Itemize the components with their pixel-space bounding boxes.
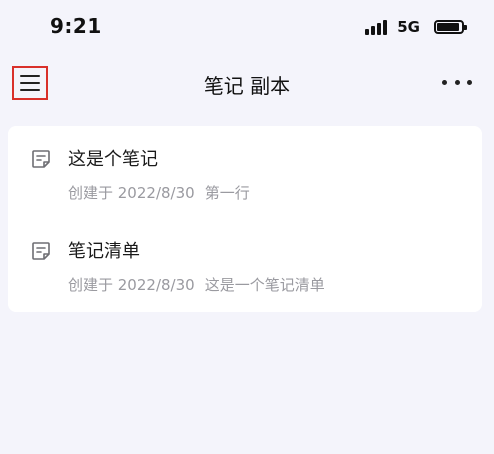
list-item[interactable]: 这是个笔记 创建于 2022/8/30 第一行 <box>8 142 482 222</box>
page-title: 笔记 副本 <box>203 74 291 98</box>
note-title: 笔记清单 <box>68 241 140 262</box>
battery-icon <box>434 20 467 34</box>
more-options-button[interactable] <box>442 70 472 94</box>
list-item[interactable]: 笔记清单 创建于 2022/8/30 这是一个笔记清单 <box>8 234 482 314</box>
status-bar: 9:21 5G <box>0 0 494 56</box>
note-preview: 第一行 <box>204 184 250 202</box>
note-meta: 创建于 2022/8/30 第一行 <box>68 182 250 203</box>
note-preview: 这是一个笔记清单 <box>204 276 325 294</box>
note-meta: 创建于 2022/8/30 这是一个笔记清单 <box>68 274 325 295</box>
status-time: 9:21 <box>50 14 102 38</box>
note-created-date: 创建于 2022/8/30 <box>68 184 195 202</box>
network-type: 5G <box>397 18 420 36</box>
note-icon <box>32 242 50 260</box>
nav-bar: 笔记 副本 <box>0 60 494 108</box>
notes-list: 这是个笔记 创建于 2022/8/30 第一行 笔记清单 创建于 2022/8/3… <box>8 126 482 312</box>
cellular-signal-icon <box>365 19 388 35</box>
note-icon <box>32 150 50 168</box>
note-created-date: 创建于 2022/8/30 <box>68 276 195 294</box>
note-title: 这是个笔记 <box>68 149 158 170</box>
status-indicators: 5G <box>365 18 467 36</box>
